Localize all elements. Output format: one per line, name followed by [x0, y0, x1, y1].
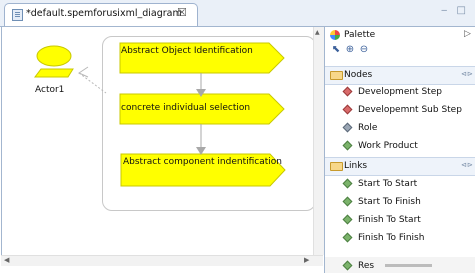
collapse-palette-icon[interactable]: ▷ — [464, 29, 471, 39]
pin-icon[interactable]: ⊲⊳ — [461, 161, 473, 169]
palette-item-label: Finish To Start — [358, 215, 421, 225]
palette-item-label: Res — [358, 261, 375, 271]
folder-icon — [330, 71, 343, 80]
link-icon — [342, 214, 353, 225]
select-pointer-icon[interactable]: ⬉ — [330, 44, 342, 56]
diagram-shapes — [34, 42, 286, 187]
links-drawer[interactable]: Links ⊲⊳ — [325, 157, 475, 176]
scroll-left-icon[interactable]: ◀ — [4, 256, 9, 264]
palette-item-start-to-start[interactable]: Start To Start — [325, 176, 475, 193]
links-drawer-label: Links — [344, 161, 368, 171]
palette-item-finish-to-finish[interactable]: Finish To Finish — [325, 230, 475, 247]
node-icon — [342, 140, 353, 151]
palette-item-label: Start To Start — [358, 179, 418, 189]
link-icon — [342, 232, 353, 243]
nodes-drawer[interactable]: Nodes ⊲⊳ — [325, 66, 475, 85]
palette-item-role[interactable]: Role — [325, 120, 475, 137]
folder-icon — [330, 162, 343, 171]
palette-panel: Palette ▷ ⬉ ⊕ ⊖ Nodes ⊲⊳ Development Ste… — [324, 27, 475, 273]
palette-item-start-to-finish[interactable]: Start To Finish — [325, 194, 475, 211]
link-icon — [342, 178, 353, 189]
palette-item-label: Role — [358, 123, 378, 133]
horizontal-scrollbar[interactable]: ◀ ▶ — [1, 255, 323, 266]
palette-item-label: Finish To Finish — [358, 233, 425, 243]
editor-tab-title: *default.spemforusixml_diagram — [26, 8, 182, 19]
node-icon — [342, 86, 353, 97]
editor-tab[interactable]: *default.spemforusixml_diagram ☒ — [4, 3, 198, 26]
palette-item-work-product[interactable]: Work Product — [325, 138, 475, 155]
zoom-in-icon[interactable]: ⊕ — [344, 44, 356, 56]
node-icon — [342, 104, 353, 115]
task-label-1: Abstract Object Identification — [121, 46, 253, 56]
pin-icon[interactable]: ⊲⊳ — [461, 70, 473, 78]
palette-item-finish-to-start[interactable]: Finish To Start — [325, 212, 475, 229]
palette-item-development-sub-step[interactable]: Developemnt Sub Step — [325, 102, 475, 119]
palette-item-label: Developemnt Sub Step — [358, 105, 462, 115]
palette-title: Palette — [344, 30, 376, 40]
node-icon — [342, 122, 353, 133]
vertical-scrollbar[interactable]: ▲ — [313, 27, 324, 255]
link-icon — [342, 260, 353, 271]
link-icon — [342, 196, 353, 207]
nodes-drawer-label: Nodes — [344, 70, 373, 80]
palette-item-label: Development Step — [358, 87, 442, 97]
palette-icon — [330, 30, 340, 40]
scroll-up-icon[interactable]: ▲ — [315, 29, 320, 36]
diagram-file-icon — [12, 9, 23, 21]
scroll-right-icon[interactable]: ▶ — [304, 256, 309, 264]
minimize-maximize-icon[interactable]: ‒ □ — [441, 5, 469, 16]
palette-item-development-step[interactable]: Development Step — [325, 84, 475, 101]
palette-item-partial[interactable]: Res — [325, 257, 475, 273]
palette-item-label: Work Product — [358, 141, 418, 151]
editor-tab-bar: *default.spemforusixml_diagram ☒ ‒ □ — [0, 0, 475, 27]
actor-association-line — [78, 72, 107, 94]
actor-label: Actor1 — [35, 85, 65, 95]
palette-item-label: Start To Finish — [358, 197, 421, 207]
palette-header: Palette ▷ — [325, 27, 475, 43]
actor-body-shape — [34, 68, 74, 78]
association-end-marker — [77, 66, 89, 78]
palette-toolbar: ⬉ ⊕ ⊖ — [328, 44, 473, 58]
zoom-out-icon[interactable]: ⊖ — [358, 44, 370, 56]
task-label-2: concrete individual selection — [121, 103, 251, 113]
task-label-3: Abstract component indentification — [123, 157, 282, 167]
palette-scroll-thumb[interactable] — [385, 264, 432, 267]
close-tab-icon[interactable]: ☒ — [177, 6, 187, 19]
diagram-canvas[interactable]: Abstract Object Identification concrete … — [1, 27, 316, 255]
actor-head-shape — [36, 45, 72, 67]
